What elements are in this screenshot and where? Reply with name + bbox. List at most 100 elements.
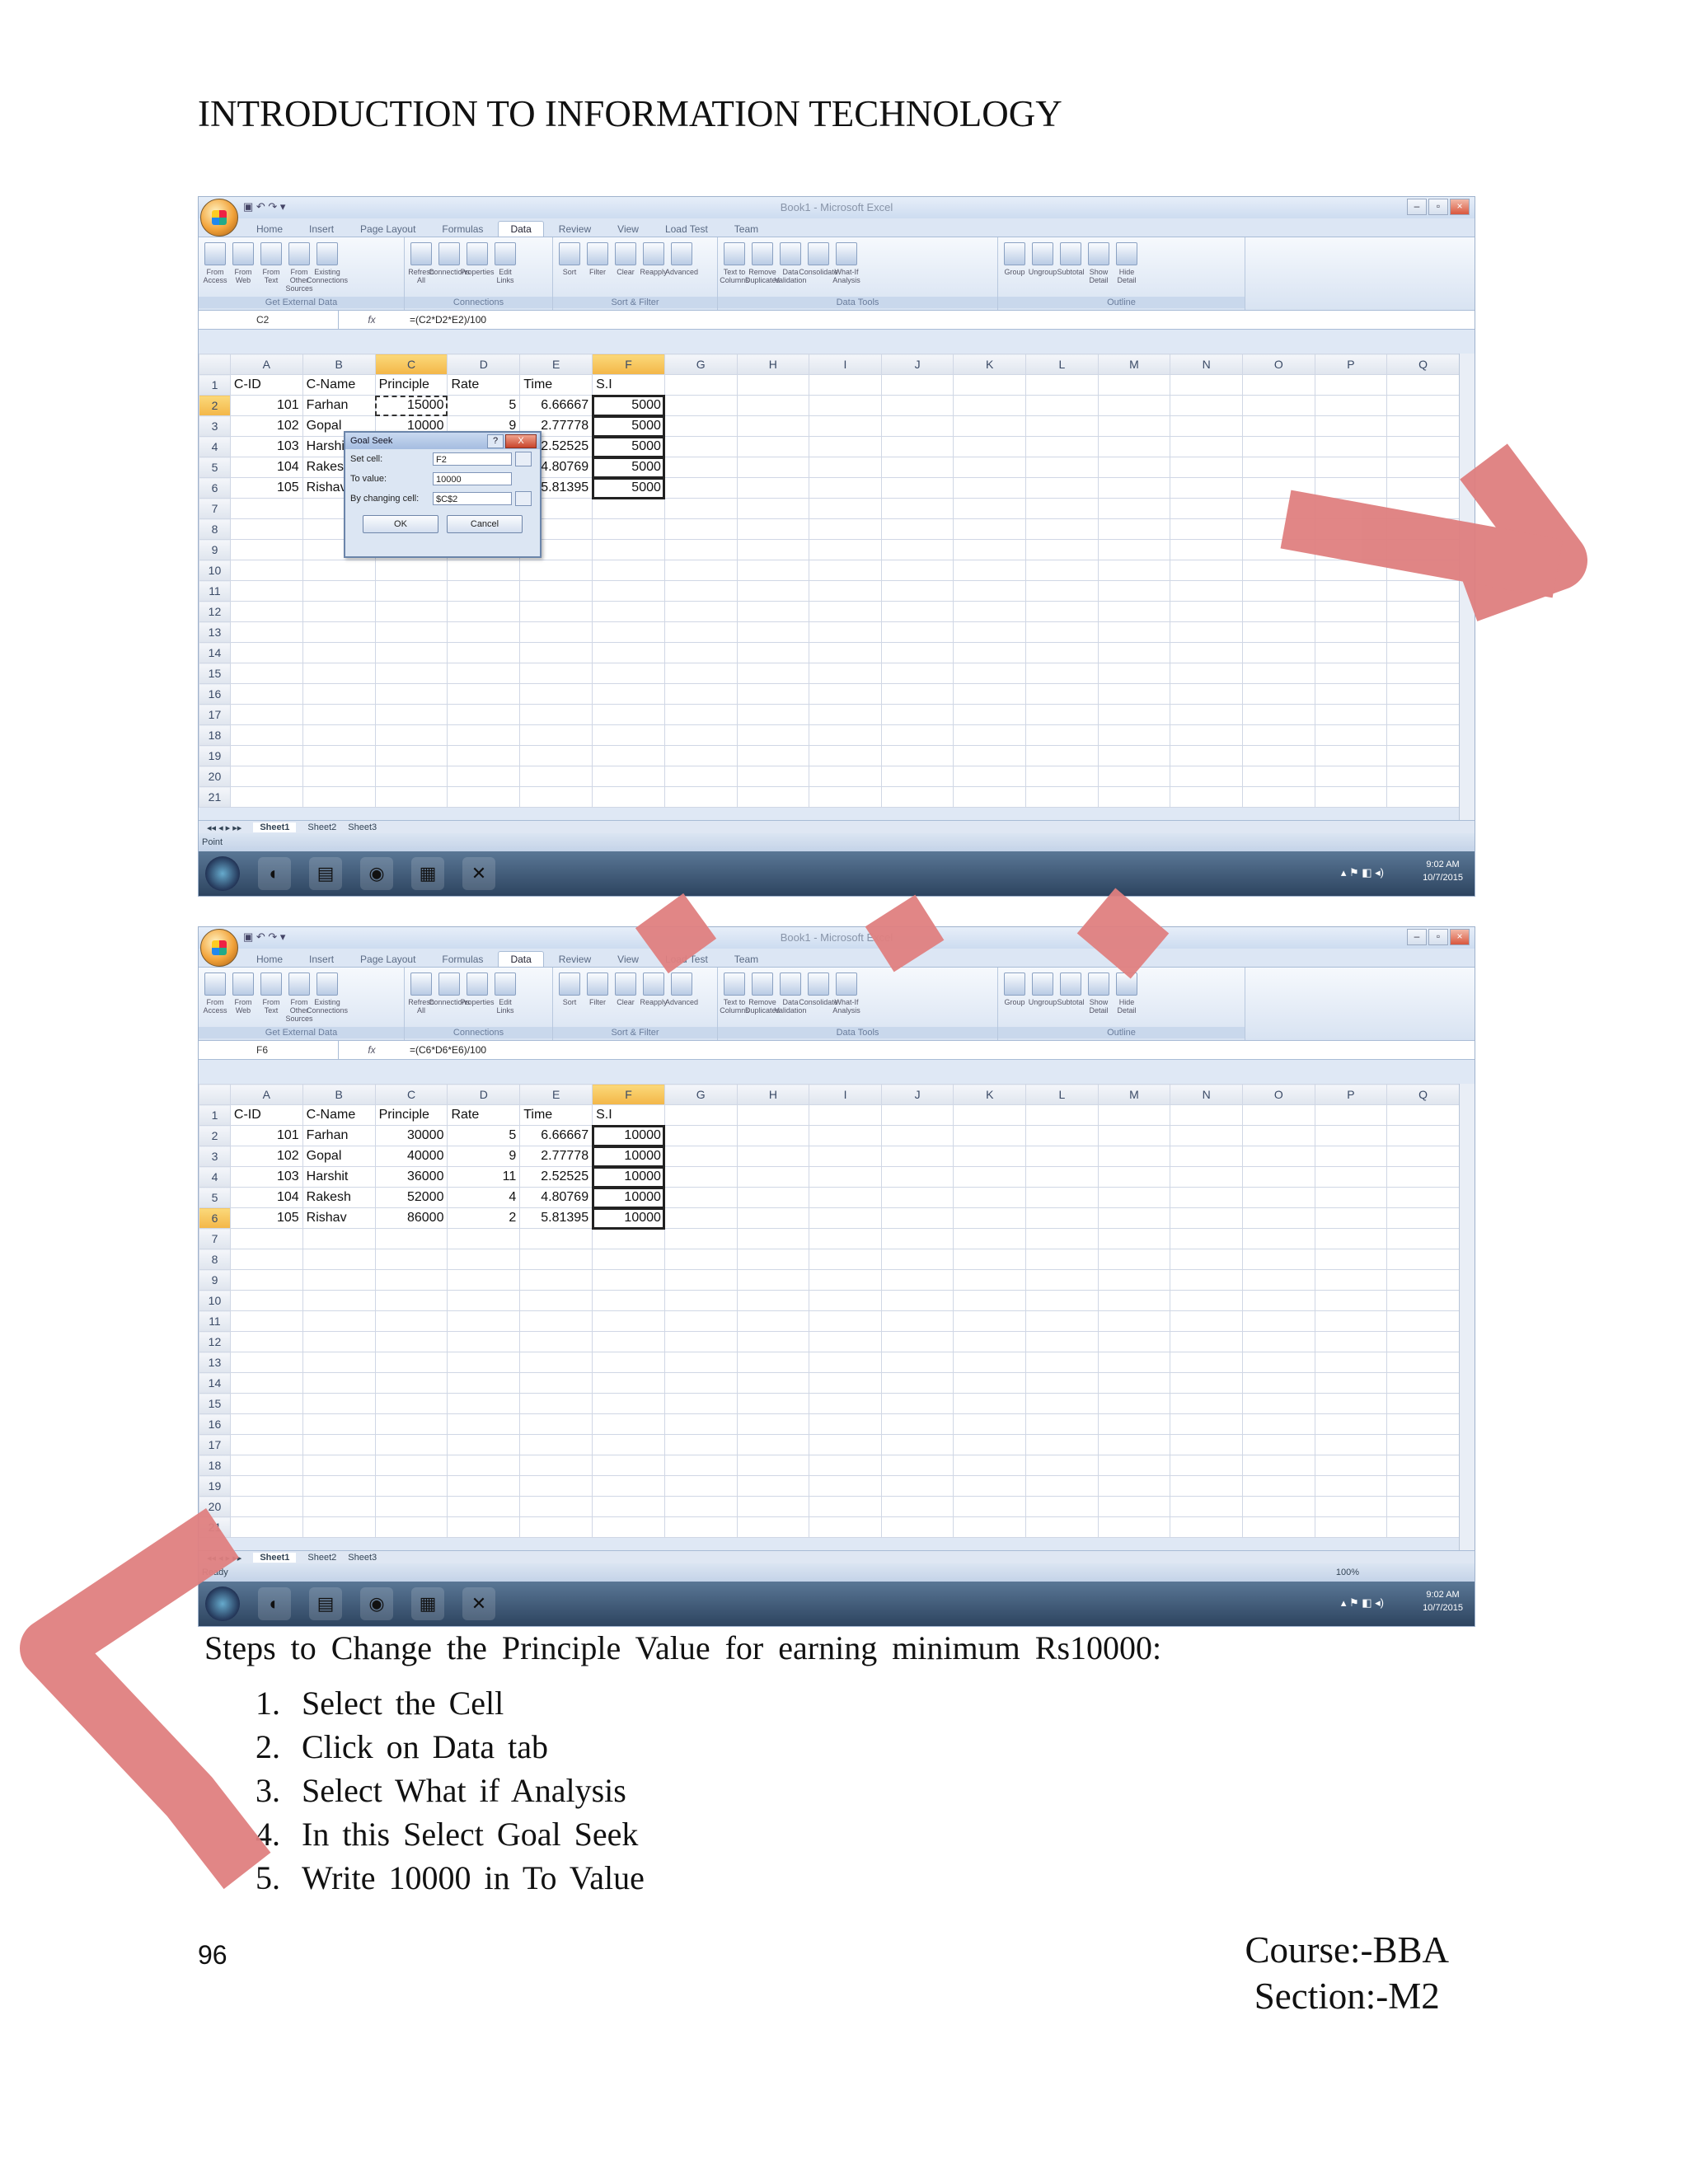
cell[interactable] bbox=[1314, 683, 1388, 705]
cell[interactable] bbox=[1314, 663, 1388, 684]
cell[interactable] bbox=[953, 1187, 1027, 1208]
cell[interactable] bbox=[809, 601, 882, 622]
cell[interactable] bbox=[736, 1104, 810, 1126]
cell[interactable] bbox=[592, 498, 665, 519]
cell[interactable] bbox=[953, 601, 1027, 622]
cell[interactable]: S.I bbox=[592, 1104, 665, 1126]
cell[interactable] bbox=[1025, 1104, 1099, 1126]
cell[interactable] bbox=[1170, 1187, 1243, 1208]
cell[interactable] bbox=[1097, 1290, 1171, 1311]
cell[interactable] bbox=[1025, 1475, 1099, 1497]
cell[interactable] bbox=[229, 766, 303, 787]
sheet-tab-sheet1[interactable]: Sheet1 bbox=[253, 823, 297, 832]
cell[interactable] bbox=[592, 663, 665, 684]
column-header[interactable]: I bbox=[809, 354, 882, 375]
cell[interactable] bbox=[809, 683, 882, 705]
cell[interactable] bbox=[1097, 786, 1171, 808]
cell[interactable] bbox=[1241, 1125, 1315, 1146]
cell[interactable] bbox=[663, 498, 738, 519]
cell[interactable] bbox=[302, 1290, 376, 1311]
cell[interactable] bbox=[1025, 1146, 1099, 1167]
cell[interactable] bbox=[1314, 539, 1388, 560]
cell[interactable]: Rate bbox=[447, 1104, 521, 1126]
cell[interactable] bbox=[953, 1104, 1027, 1126]
sheet-nav-icon[interactable]: ◂◂ ◂ ▸ ▸▸ bbox=[207, 823, 241, 833]
cell[interactable] bbox=[1025, 1516, 1099, 1538]
cell[interactable] bbox=[663, 786, 738, 808]
row-header[interactable]: 9 bbox=[199, 1269, 231, 1291]
cell[interactable] bbox=[809, 1249, 882, 1270]
cell[interactable] bbox=[880, 683, 954, 705]
row-header[interactable]: 12 bbox=[199, 1331, 231, 1352]
cell[interactable] bbox=[1170, 1290, 1243, 1311]
cell[interactable] bbox=[1097, 1125, 1171, 1146]
cell[interactable] bbox=[663, 518, 738, 540]
cell[interactable] bbox=[1386, 518, 1460, 540]
cell[interactable] bbox=[736, 1516, 810, 1538]
cell[interactable] bbox=[663, 1249, 738, 1270]
cell[interactable] bbox=[1241, 642, 1315, 663]
cell[interactable] bbox=[736, 1166, 810, 1188]
cell[interactable] bbox=[1386, 580, 1460, 602]
row-header[interactable]: 11 bbox=[199, 580, 231, 602]
cell[interactable] bbox=[736, 477, 810, 499]
cell[interactable] bbox=[1386, 1475, 1460, 1497]
row-header[interactable]: 10 bbox=[199, 560, 231, 581]
cell[interactable] bbox=[229, 1310, 303, 1332]
cell[interactable] bbox=[953, 621, 1027, 643]
cell[interactable] bbox=[736, 498, 810, 519]
cell[interactable] bbox=[1170, 1516, 1243, 1538]
cell[interactable] bbox=[1241, 663, 1315, 684]
cell[interactable] bbox=[1241, 1413, 1315, 1435]
cell[interactable] bbox=[1170, 1496, 1243, 1517]
cell[interactable] bbox=[880, 436, 954, 457]
cell[interactable] bbox=[229, 560, 303, 581]
cell[interactable] bbox=[447, 1331, 521, 1352]
cell[interactable] bbox=[736, 1310, 810, 1332]
tab-page-layout[interactable]: Page Layout bbox=[349, 222, 427, 237]
start-button-icon[interactable] bbox=[205, 856, 240, 891]
cell[interactable] bbox=[1241, 1249, 1315, 1270]
row-header[interactable]: 17 bbox=[199, 704, 231, 725]
cell[interactable] bbox=[1386, 1331, 1460, 1352]
cell-picker-icon[interactable] bbox=[515, 491, 532, 506]
row-header[interactable]: 16 bbox=[199, 1413, 231, 1435]
cell[interactable] bbox=[809, 477, 882, 499]
cell[interactable] bbox=[229, 745, 303, 766]
cell[interactable] bbox=[880, 724, 954, 746]
cell[interactable] bbox=[229, 621, 303, 643]
cell[interactable] bbox=[1386, 1166, 1460, 1188]
cell[interactable] bbox=[1170, 1455, 1243, 1476]
cell[interactable] bbox=[880, 642, 954, 663]
cell[interactable] bbox=[1241, 786, 1315, 808]
cell[interactable] bbox=[1386, 1104, 1460, 1126]
maximize-icon[interactable]: ▫ bbox=[1428, 199, 1448, 215]
cell[interactable] bbox=[374, 1249, 448, 1270]
cell[interactable] bbox=[736, 1455, 810, 1476]
row-header[interactable]: 2 bbox=[199, 395, 231, 416]
cell[interactable] bbox=[229, 539, 303, 560]
cell[interactable] bbox=[736, 1352, 810, 1373]
column-header[interactable]: F bbox=[592, 354, 665, 375]
cell[interactable] bbox=[663, 1393, 738, 1414]
tab-data[interactable]: Data bbox=[498, 951, 544, 967]
system-tray-icons[interactable]: ▴ ⚑ ◧ ◂) bbox=[1341, 1596, 1384, 1610]
cell[interactable]: C-Name bbox=[302, 1104, 376, 1126]
cell[interactable] bbox=[519, 1434, 593, 1455]
cell[interactable] bbox=[519, 766, 593, 787]
cell[interactable] bbox=[880, 1310, 954, 1332]
cell[interactable] bbox=[519, 1331, 593, 1352]
column-header[interactable]: J bbox=[880, 1084, 954, 1105]
cell[interactable] bbox=[736, 374, 810, 396]
cell[interactable] bbox=[809, 1166, 882, 1188]
cell[interactable] bbox=[1241, 704, 1315, 725]
cell[interactable] bbox=[809, 1413, 882, 1435]
folder-icon[interactable]: ▤ bbox=[309, 1587, 342, 1620]
cell[interactable]: 52000 bbox=[374, 1187, 448, 1208]
cell[interactable] bbox=[736, 1475, 810, 1497]
cell[interactable] bbox=[1314, 477, 1388, 499]
column-header[interactable]: L bbox=[1025, 1084, 1099, 1105]
column-header[interactable]: C bbox=[374, 354, 448, 375]
cell[interactable] bbox=[302, 1496, 376, 1517]
cell[interactable]: 10000 bbox=[591, 1165, 666, 1188]
